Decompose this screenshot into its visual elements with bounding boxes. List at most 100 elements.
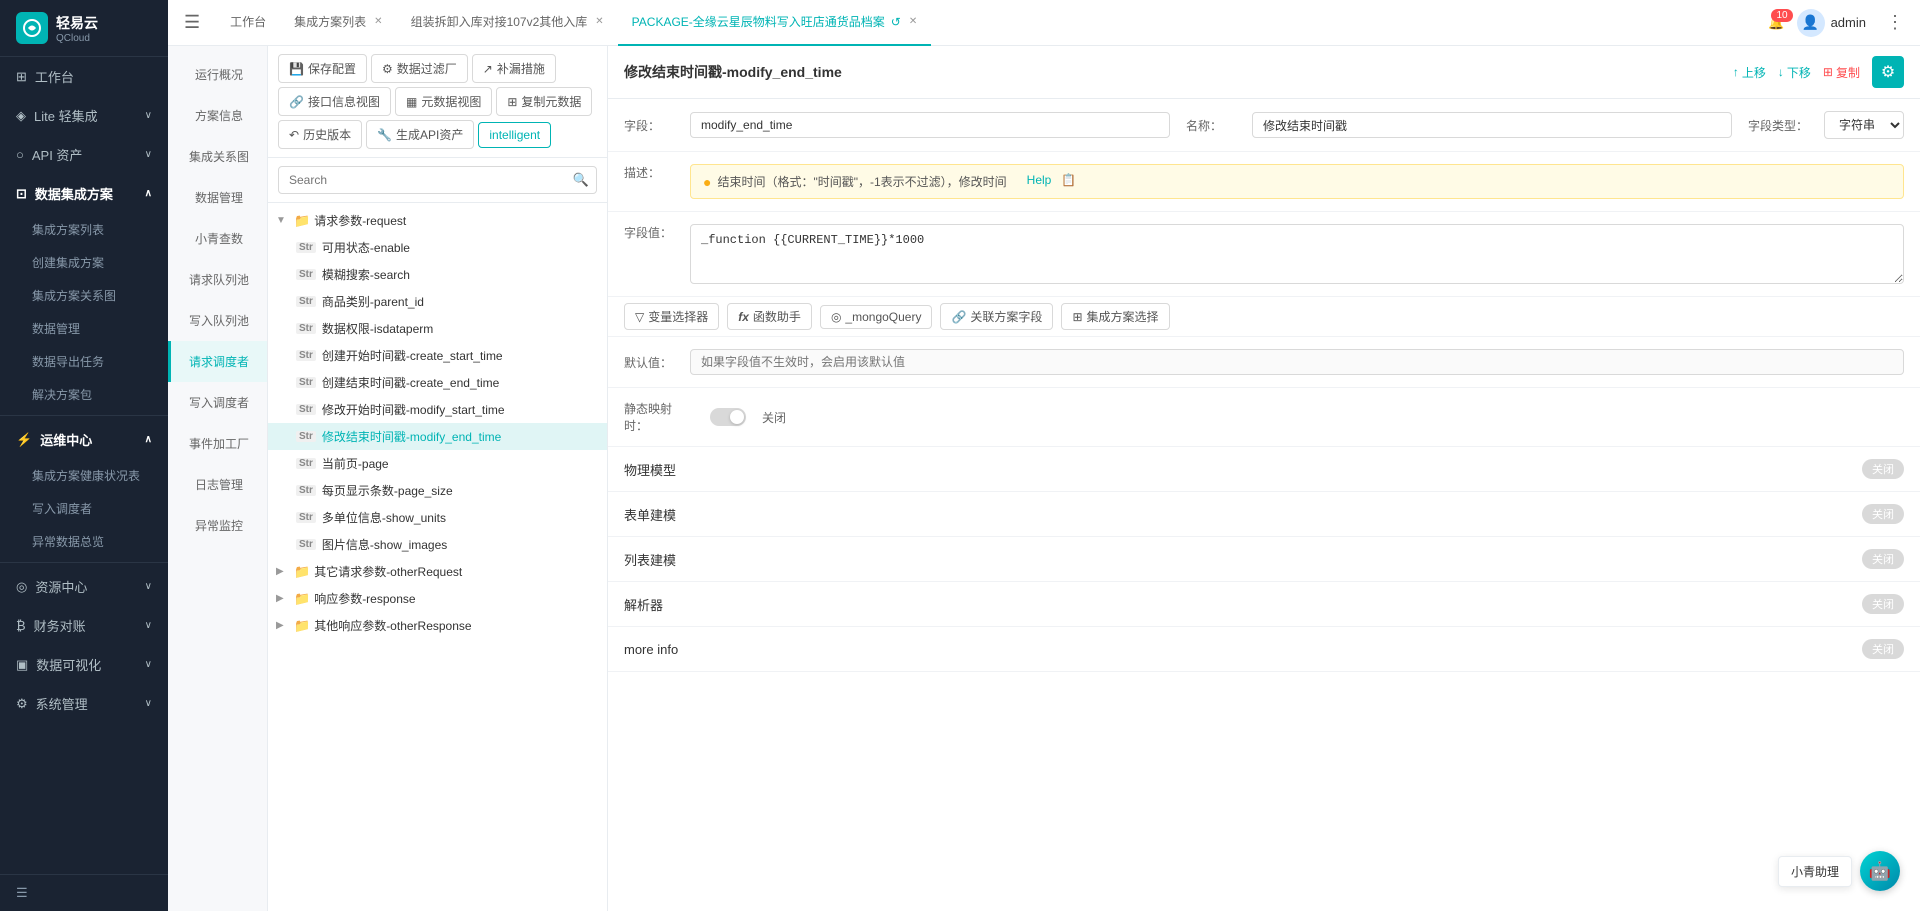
sidebar-item-system[interactable]: ⚙ 系统管理 ∨ (0, 684, 168, 723)
sidebar-item-write-debugger[interactable]: 写入调度者 (0, 492, 168, 525)
solution-select-button[interactable]: ⊞ 集成方案选择 (1061, 303, 1169, 330)
left-nav-xq-count[interactable]: 小青查数 (168, 218, 267, 259)
sidebar-item-health[interactable]: 集成方案健康状况表 (0, 459, 168, 492)
sidebar-item-ops[interactable]: ⚡ 运维中心 ∧ (0, 420, 168, 459)
tree-node-modify-end[interactable]: Str 修改结束时间戳-modify_end_time (268, 423, 607, 450)
supplement-button[interactable]: ↗ 补漏措施 (472, 54, 556, 83)
related-field-button[interactable]: 🔗 关联方案字段 (940, 303, 1053, 330)
tree-node-page[interactable]: Str 当前页-page (268, 450, 607, 477)
left-nav-write-debugger[interactable]: 写入调度者 (168, 382, 267, 423)
sidebar-bottom[interactable]: ☰ (0, 874, 168, 911)
type-select[interactable]: 字符串 数字 布尔 (1824, 111, 1904, 139)
tree-node-create-start[interactable]: Str 创建开始时间戳-create_start_time (268, 342, 607, 369)
topbar-menu-icon[interactable]: ☰ (184, 12, 200, 33)
physical-model-row: 物理模型 关闭 (608, 447, 1920, 492)
tree-node-show-images[interactable]: Str 图片信息-show_images (268, 531, 607, 558)
search-icon[interactable]: 🔍 (573, 172, 589, 188)
sidebar-item-finance[interactable]: ₿ 财务对账 ∨ (0, 606, 168, 645)
func-helper-button[interactable]: fx 函数助手 (727, 303, 812, 330)
left-nav-overview[interactable]: 运行概况 (168, 54, 267, 95)
parser-toggle[interactable]: 关闭 (1862, 594, 1904, 614)
tree-node-page-size[interactable]: Str 每页显示条数-page_size (268, 477, 607, 504)
field-value-input[interactable]: _function {{CURRENT_TIME}}*1000 (690, 224, 1904, 284)
interface-info-button[interactable]: 🔗 接口信息视图 (278, 87, 391, 116)
sidebar-item-data-integration[interactable]: ⊡ 数据集成方案 ∧ (0, 174, 168, 213)
sidebar-item-abnormal[interactable]: 异常数据总览 (0, 525, 168, 558)
sidebar-item-api[interactable]: ○ API 资产 ∨ (0, 135, 168, 174)
left-nav-write-queue[interactable]: 写入队列池 (168, 300, 267, 341)
left-nav-plan-info[interactable]: 方案信息 (168, 95, 267, 136)
sidebar-item-solution-package[interactable]: 解决方案包 (0, 378, 168, 411)
sidebar-item-workspace[interactable]: ⊞ 工作台 (0, 57, 168, 96)
sidebar-item-data-mgmt[interactable]: 数据管理 (0, 312, 168, 345)
tab-package-refresh[interactable]: ↺ (891, 15, 901, 29)
tree-node-search[interactable]: Str 模糊搜索-search (268, 261, 607, 288)
intelligent-button[interactable]: intelligent (478, 122, 551, 148)
notification-btn[interactable]: 🔔 10 (1768, 15, 1784, 31)
form-model-toggle[interactable]: 关闭 (1862, 504, 1904, 524)
sidebar-item-integration-list[interactable]: 集成方案列表 (0, 213, 168, 246)
filter-icon: ⚙ (382, 62, 393, 76)
type-badge-parent: Str (296, 296, 316, 307)
tab-package-close[interactable]: ✕ (909, 16, 917, 27)
assistant-avatar[interactable]: 🤖 (1860, 851, 1900, 891)
tree-node-other-request[interactable]: ▶ 📁 其它请求参数-otherRequest (268, 558, 607, 585)
field-input[interactable] (690, 112, 1170, 138)
meta-view-button[interactable]: ▦ 元数据视图 (395, 87, 492, 116)
left-nav-event-factory[interactable]: 事件加工厂 (168, 423, 267, 464)
gen-api-button[interactable]: 🔧 生成API资产 (366, 120, 474, 149)
left-nav-request-debugger[interactable]: 请求调度者 (168, 341, 267, 382)
more-info-toggle[interactable]: 关闭 (1862, 639, 1904, 659)
tab-unpack[interactable]: 组装拆卸入库对接107v2其他入库 ✕ (397, 0, 618, 46)
var-selector-button[interactable]: ▽ 变量选择器 (624, 303, 719, 330)
admin-info[interactable]: 👤 admin (1797, 9, 1866, 37)
left-nav-log-mgmt[interactable]: 日志管理 (168, 464, 267, 505)
left-nav-request-queue[interactable]: 请求队列池 (168, 259, 267, 300)
tab-package[interactable]: PACKAGE-全缘云星辰物料写入旺店通货品档案 ↺ ✕ (618, 0, 932, 46)
help-link[interactable]: Help (1027, 173, 1052, 187)
tree-node-enable[interactable]: Str 可用状态-enable (268, 234, 607, 261)
default-input[interactable] (690, 349, 1904, 375)
sidebar-item-dataviz[interactable]: ▣ 数据可视化 ∨ (0, 645, 168, 684)
sidebar-item-resource[interactable]: ◎ 资源中心 ∨ (0, 567, 168, 606)
tree-node-other-response[interactable]: ▶ 📁 其他响应参数-otherResponse (268, 612, 607, 639)
copy-data-button[interactable]: ⊞ 复制元数据 (496, 87, 592, 116)
sidebar-item-integration-relation[interactable]: 集成方案关系图 (0, 279, 168, 312)
data-filter-button[interactable]: ⚙ 数据过滤厂 (371, 54, 468, 83)
sidebar-item-data-export[interactable]: 数据导出任务 (0, 345, 168, 378)
name-input[interactable] (1252, 112, 1732, 138)
interface-icon: 🔗 (289, 95, 304, 109)
static-map-toggle[interactable] (710, 408, 746, 426)
mongo-query-button[interactable]: ◎ _mongoQuery (820, 305, 933, 329)
topbar-dots[interactable]: ⋮ (1886, 12, 1904, 33)
copy-action[interactable]: ⊞ 复制 (1823, 64, 1860, 81)
tab-integration-list-close[interactable]: ✕ (374, 16, 382, 27)
tree-node-show-units[interactable]: Str 多单位信息-show_units (268, 504, 607, 531)
tree-node-create-end[interactable]: Str 创建结束时间戳-create_end_time (268, 369, 607, 396)
physical-model-toggle[interactable]: 关闭 (1862, 459, 1904, 479)
sidebar-item-create-integration[interactable]: 创建集成方案 (0, 246, 168, 279)
meta-icon: ▦ (406, 95, 417, 109)
tab-workspace[interactable]: 工作台 (216, 0, 280, 46)
data-integration-icon: ⊡ (16, 186, 27, 202)
history-button[interactable]: ↶ 历史版本 (278, 120, 362, 149)
settings-button[interactable]: ⚙ (1872, 56, 1904, 88)
sidebar-item-lite[interactable]: ◈ Lite 轻集成 ∨ (0, 96, 168, 135)
tree-node-modify-start[interactable]: Str 修改开始时间戳-modify_start_time (268, 396, 607, 423)
list-model-toggle[interactable]: 关闭 (1862, 549, 1904, 569)
save-config-button[interactable]: 💾 保存配置 (278, 54, 367, 83)
up-action[interactable]: ↑ 上移 (1733, 64, 1766, 81)
left-nav-abnormal-monitor[interactable]: 异常监控 (168, 505, 267, 546)
tree-node-isdataperm[interactable]: Str 数据权限-isdataperm (268, 315, 607, 342)
copy-desc-icon[interactable]: 📋 (1061, 173, 1076, 187)
tab-integration-list[interactable]: 集成方案列表 ✕ (280, 0, 396, 46)
tree-node-parent-id[interactable]: Str 商品类别-parent_id (268, 288, 607, 315)
tab-unpack-close[interactable]: ✕ (595, 16, 603, 27)
assistant-button[interactable]: 小青助理 (1778, 856, 1852, 887)
left-nav-data-mgmt[interactable]: 数据管理 (168, 177, 267, 218)
down-action[interactable]: ↓ 下移 (1778, 64, 1811, 81)
tree-node-request-params[interactable]: ▼ 📁 请求参数-request (268, 207, 607, 234)
search-input[interactable] (278, 166, 597, 194)
left-nav-integration-map[interactable]: 集成关系图 (168, 136, 267, 177)
tree-node-response[interactable]: ▶ 📁 响应参数-response (268, 585, 607, 612)
